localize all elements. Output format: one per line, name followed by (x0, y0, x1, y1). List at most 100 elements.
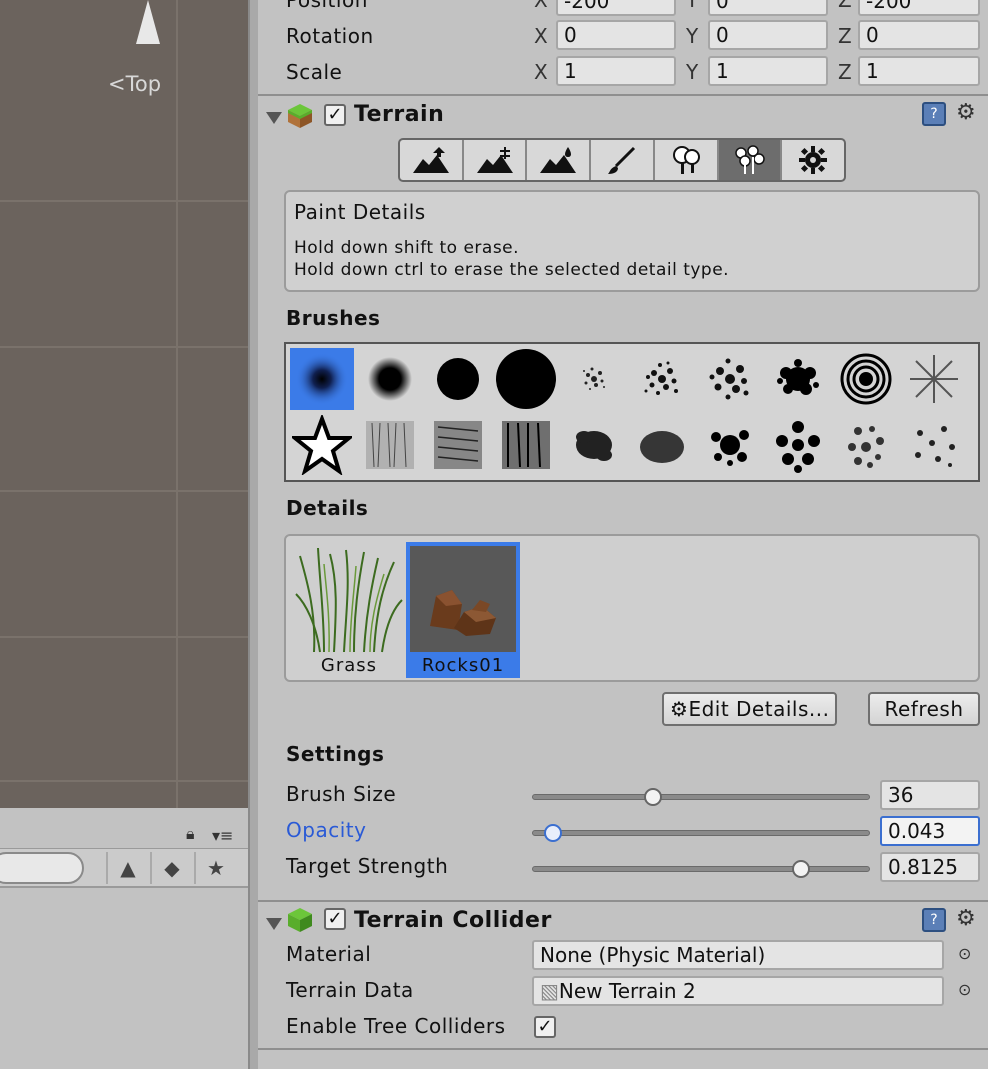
brush-texture-3[interactable] (494, 414, 558, 476)
enable-tree-colliders-checkbox[interactable]: ✓ (534, 1016, 556, 1038)
lock-icon[interactable]: 🔒︎ (186, 824, 195, 844)
paint-height-tool[interactable] (464, 140, 528, 180)
brush-dots[interactable] (766, 414, 830, 476)
object-picker-icon[interactable]: ⊙ (958, 980, 971, 999)
help-book-icon[interactable]: ? (922, 102, 946, 126)
brush-smudge-1[interactable] (562, 414, 626, 476)
terrain-data-object-field[interactable]: ▧New Terrain 2 (532, 976, 944, 1006)
brush-scatter[interactable] (902, 414, 966, 476)
axis-y-label[interactable]: Y (686, 0, 698, 12)
place-trees-tool[interactable] (655, 140, 719, 180)
favorite-star-icon[interactable]: ★ (194, 852, 236, 884)
help-book-icon[interactable]: ? (922, 908, 946, 932)
brush-medium-round[interactable] (426, 348, 490, 410)
position-x-field[interactable]: -200 (556, 0, 676, 16)
brush-large-round[interactable] (494, 348, 558, 410)
panel-menu-icon[interactable]: ▾≡ (212, 826, 233, 845)
search-input[interactable] (0, 852, 84, 884)
brush-scatter-icon (915, 426, 955, 467)
panel-splitter[interactable] (248, 0, 258, 1069)
terrain-component-title[interactable]: Terrain (354, 102, 444, 127)
foldout-arrow-icon[interactable] (266, 112, 282, 124)
axis-y-label[interactable]: Y (686, 60, 698, 84)
brush-splatter-icon (777, 359, 819, 395)
brush-star[interactable] (290, 414, 354, 476)
brush-splatter[interactable] (766, 348, 830, 410)
help-title: Paint Details (294, 200, 426, 224)
position-z-field[interactable]: -200 (858, 0, 980, 16)
material-object-field[interactable]: None (Physic Material) (532, 940, 944, 970)
brush-texture-2[interactable] (426, 414, 490, 476)
paint-texture-tool[interactable] (591, 140, 655, 180)
position-y-field[interactable]: 0 (708, 0, 828, 16)
brush-soft-round[interactable] (290, 348, 354, 410)
brush-smudge-icon (576, 431, 612, 461)
brush-speckle-small[interactable] (562, 348, 626, 410)
opacity-slider-track[interactable] (532, 830, 870, 836)
target-strength-slider-track[interactable] (532, 866, 870, 872)
rotation-z-field[interactable]: 0 (858, 20, 980, 50)
smooth-height-tool[interactable] (527, 140, 592, 180)
refresh-button[interactable]: Refresh (868, 692, 980, 726)
collider-enabled-checkbox[interactable]: ✓ (324, 908, 346, 930)
opacity-slider-thumb[interactable] (544, 824, 562, 842)
brush-starburst-icon (910, 355, 958, 403)
brush-star-burst[interactable] (902, 348, 966, 410)
opacity-field[interactable]: 0.043 (880, 816, 980, 846)
detail-item-grass[interactable]: Grass (292, 542, 406, 678)
brush-leaves-icon (848, 426, 884, 468)
brush-smudge-2[interactable] (630, 414, 694, 476)
filter-by-label-icon[interactable]: ◆ (150, 852, 192, 884)
hierarchy-list[interactable] (0, 890, 248, 1069)
terrain-settings-tool[interactable] (782, 140, 844, 180)
rotation-x-field[interactable]: 0 (556, 20, 676, 50)
paint-details-tool[interactable] (718, 140, 783, 180)
component-settings-gear-icon[interactable]: ⚙︎ (956, 906, 976, 931)
scene-view[interactable]: <Top (0, 0, 250, 808)
brush-size-field[interactable]: 36 (880, 780, 980, 810)
target-strength-field[interactable]: 0.8125 (880, 852, 980, 882)
foldout-arrow-icon[interactable] (266, 918, 282, 930)
scene-gizmo-cone-icon[interactable] (136, 0, 160, 44)
brush-dots-icon (776, 421, 820, 473)
axis-z-label[interactable]: Z (838, 60, 852, 84)
terrain-collider-title[interactable]: Terrain Collider (354, 908, 552, 933)
brush-size-slider-track[interactable] (532, 794, 870, 800)
axis-x-label[interactable]: X (534, 24, 548, 48)
brush-speckle-icon (644, 361, 678, 395)
brush-round-icon (496, 349, 556, 409)
scene-view-label[interactable]: <Top (108, 72, 161, 96)
scale-y-field[interactable]: 1 (708, 56, 828, 86)
rotation-y-field[interactable]: 0 (708, 20, 828, 50)
filter-by-type-icon[interactable]: ▲ (106, 852, 148, 884)
brush-blots[interactable] (698, 414, 762, 476)
axis-z-label[interactable]: Z (838, 24, 852, 48)
target-strength-slider-thumb[interactable] (792, 860, 810, 878)
brush-small-round[interactable] (358, 348, 422, 410)
brush-speckle-large[interactable] (698, 348, 762, 410)
scale-z-field[interactable]: 1 (858, 56, 980, 86)
axis-y-label[interactable]: Y (686, 24, 698, 48)
target-strength-label: Target Strength (286, 854, 449, 878)
brush-rings-icon (840, 353, 892, 405)
brush-size-slider-thumb[interactable] (644, 788, 662, 806)
component-settings-gear-icon[interactable]: ⚙︎ (956, 100, 976, 125)
axis-z-label[interactable]: Z (838, 0, 852, 12)
brush-texture-1[interactable] (358, 414, 422, 476)
brush-round-icon (437, 358, 479, 400)
scale-x-field[interactable]: 1 (556, 56, 676, 86)
grid-line (176, 0, 178, 808)
details-list: Grass Rocks01 (284, 534, 980, 682)
axis-x-label[interactable]: X (534, 60, 548, 84)
edit-details-button[interactable]: ⚙︎Edit Details... (662, 692, 838, 726)
brush-leaves[interactable] (834, 414, 898, 476)
brush-speckle-medium[interactable] (630, 348, 694, 410)
component-divider (258, 94, 988, 96)
brush-rings[interactable] (834, 348, 898, 410)
axis-x-label[interactable]: X (534, 0, 548, 12)
brush-texture-icon (502, 421, 550, 469)
raise-lower-terrain-tool[interactable] (400, 140, 464, 180)
object-picker-icon[interactable]: ⊙ (958, 944, 971, 963)
detail-item-rocks[interactable]: Rocks01 (406, 542, 520, 678)
terrain-enabled-checkbox[interactable]: ✓ (324, 104, 346, 126)
